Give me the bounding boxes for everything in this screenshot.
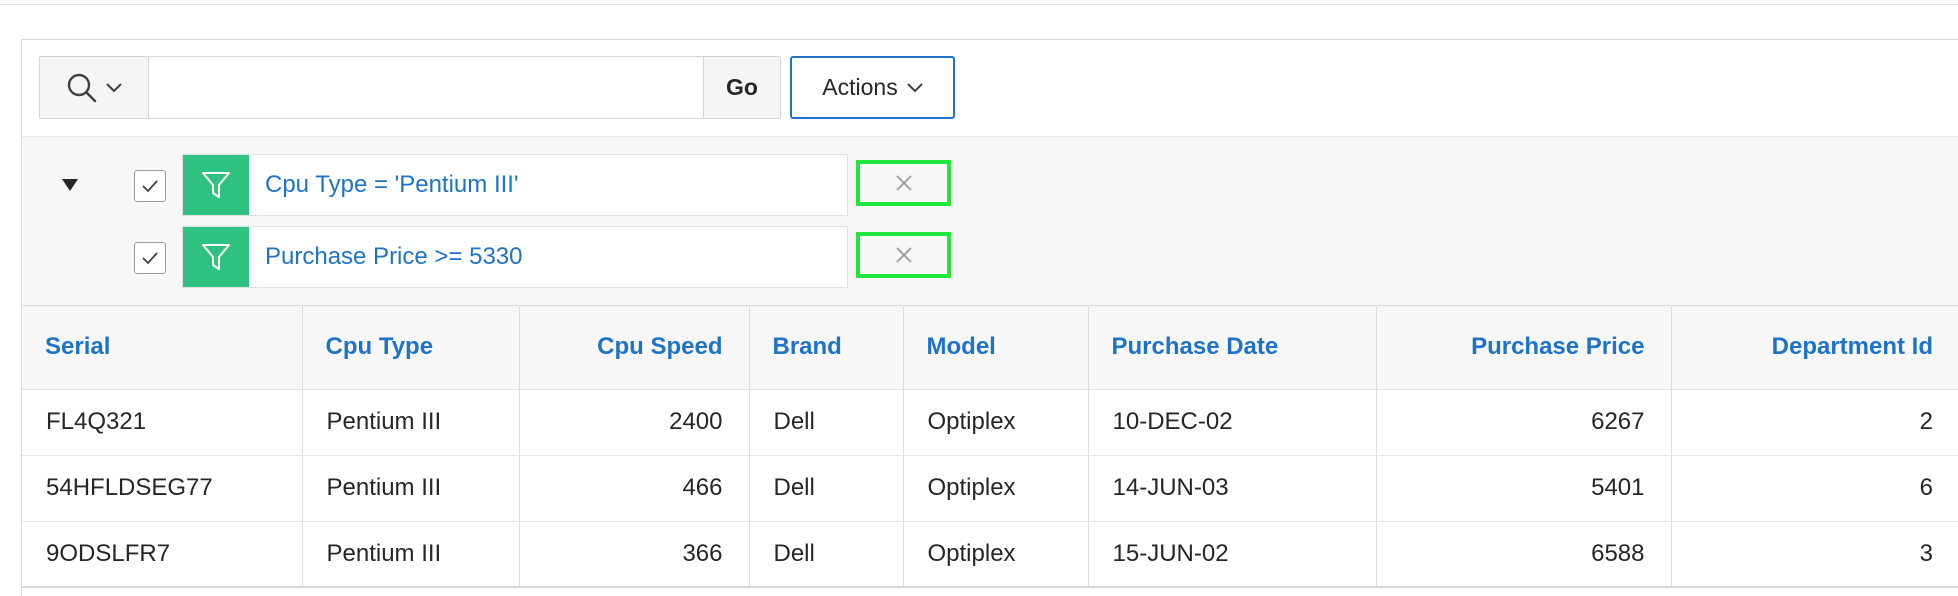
cell-department-id: 6 — [1671, 455, 1958, 522]
cell-purchase-price: 6267 — [1376, 389, 1672, 456]
go-button[interactable]: Go — [703, 57, 780, 118]
cell-purchase-date: 14-JUN-03 — [1088, 455, 1377, 522]
remove-filter-button[interactable] — [856, 232, 951, 278]
cell-cpu-type: Pentium III — [302, 455, 520, 522]
filter-row: Cpu Type = 'Pentium III' — [22, 154, 1958, 216]
checkmark-icon — [142, 180, 158, 193]
top-divider — [0, 4, 1958, 5]
cell-purchase-price: 5401 — [1376, 455, 1672, 522]
actions-menu-button[interactable]: Actions — [790, 56, 955, 119]
table-header-row: Serial Cpu Type Cpu Speed Brand Model Pu… — [22, 306, 1958, 390]
cell-cpu-type: Pentium III — [302, 521, 520, 588]
cell-model: Optiplex — [903, 389, 1089, 456]
column-header-cpu-speed[interactable]: Cpu Speed — [519, 306, 750, 390]
cell-cpu-speed: 366 — [519, 521, 750, 588]
remove-filter-button[interactable] — [856, 160, 951, 206]
cell-department-id: 2 — [1671, 389, 1958, 456]
filter-label[interactable]: Cpu Type = 'Pentium III' — [249, 155, 519, 215]
table-row: FL4Q321 Pentium III 2400 Dell Optiplex 1… — [22, 389, 1958, 456]
cell-cpu-speed: 2400 — [519, 389, 750, 456]
checkmark-icon — [142, 252, 158, 265]
cell-department-id: 3 — [1671, 521, 1958, 588]
filter-icon-box — [183, 227, 249, 287]
chevron-down-icon — [907, 82, 923, 92]
table-row: 9ODSLFR7 Pentium III 366 Dell Optiplex 1… — [22, 521, 1958, 588]
cell-cpu-speed: 466 — [519, 455, 750, 522]
cell-serial: 54HFLDSEG77 — [22, 455, 303, 522]
search-icon — [67, 73, 97, 102]
column-header-purchase-price[interactable]: Purchase Price — [1376, 306, 1672, 390]
cell-brand: Dell — [749, 389, 904, 456]
report-table: Serial Cpu Type Cpu Speed Brand Model Pu… — [22, 306, 1958, 588]
column-header-serial[interactable]: Serial — [22, 306, 303, 390]
cell-purchase-date: 10-DEC-02 — [1088, 389, 1377, 456]
column-header-purchase-date[interactable]: Purchase Date — [1088, 306, 1377, 390]
filter-icon — [202, 172, 230, 198]
filter-enable-checkbox[interactable] — [134, 170, 166, 202]
cell-purchase-price: 6588 — [1376, 521, 1672, 588]
search-bar: Go — [39, 56, 781, 119]
cell-model: Optiplex — [903, 521, 1089, 588]
filter-icon — [202, 244, 230, 270]
filter-chip[interactable]: Purchase Price >= 5330 — [182, 226, 848, 288]
collapse-triangle-icon[interactable] — [61, 178, 79, 192]
close-icon — [895, 247, 912, 263]
table-row: 54HFLDSEG77 Pentium III 466 Dell Optiple… — [22, 455, 1958, 522]
actions-label: Actions — [822, 74, 898, 100]
close-icon — [895, 175, 912, 191]
cell-purchase-date: 15-JUN-02 — [1088, 521, 1377, 588]
cell-serial: 9ODSLFR7 — [22, 521, 303, 588]
column-header-model[interactable]: Model — [903, 306, 1089, 390]
filter-label[interactable]: Purchase Price >= 5330 — [249, 227, 523, 287]
report-toolbar: Go Actions — [39, 56, 955, 119]
column-header-department-id[interactable]: Department Id — [1671, 306, 1958, 390]
cell-model: Optiplex — [903, 455, 1089, 522]
column-header-brand[interactable]: Brand — [749, 306, 904, 390]
interactive-report-region: Go Actions Cpu Type = 'Pentium III' Purc… — [21, 39, 1958, 596]
cell-cpu-type: Pentium III — [302, 389, 520, 456]
filter-chip[interactable]: Cpu Type = 'Pentium III' — [182, 154, 848, 216]
cell-brand: Dell — [749, 521, 904, 588]
cell-serial: FL4Q321 — [22, 389, 303, 456]
chevron-down-icon — [106, 82, 122, 92]
search-column-menu-button[interactable] — [40, 57, 149, 118]
search-input[interactable] — [149, 57, 703, 118]
filter-row: Purchase Price >= 5330 — [22, 226, 1958, 288]
cell-brand: Dell — [749, 455, 904, 522]
column-header-cpu-type[interactable]: Cpu Type — [302, 306, 520, 390]
filter-panel: Cpu Type = 'Pentium III' Purchase Price … — [22, 136, 1958, 306]
filter-enable-checkbox[interactable] — [134, 242, 166, 274]
filter-icon-box — [183, 155, 249, 215]
